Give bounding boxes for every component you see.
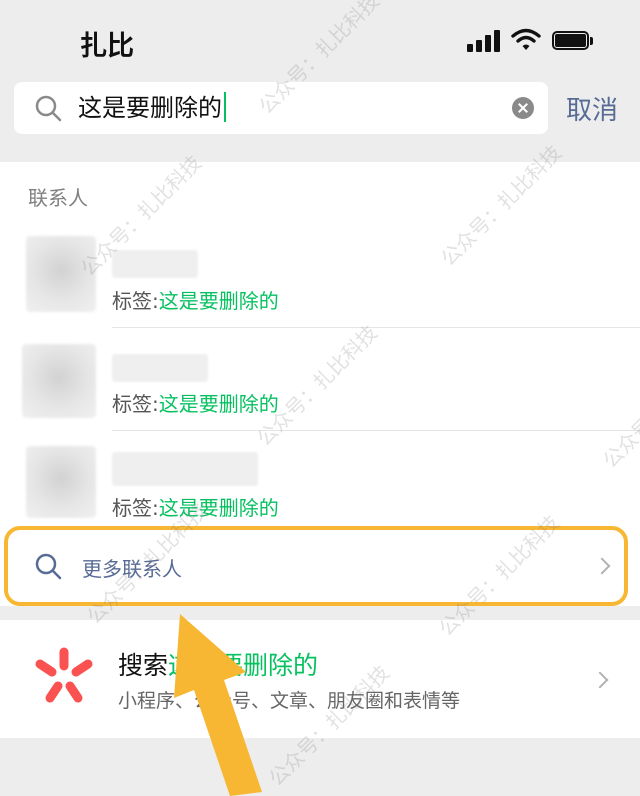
search-query[interactable]: 这是要删除的 xyxy=(78,91,226,125)
avatar xyxy=(26,236,96,312)
battery-icon xyxy=(552,31,593,52)
carrier-name: 扎比 xyxy=(80,31,134,62)
contact-name-redacted xyxy=(112,250,198,278)
search-all-title: 搜索这是要删除的 xyxy=(118,651,319,680)
contact-name-redacted xyxy=(112,354,208,382)
contact-name-redacted xyxy=(112,452,258,486)
contact-tag: 标签:这是要删除的 xyxy=(112,392,279,416)
contact-row[interactable]: 标签:这是要删除的 xyxy=(0,230,640,330)
avatar xyxy=(22,344,96,418)
search-input[interactable]: 这是要删除的 xyxy=(14,82,548,134)
cancel-button[interactable]: 取消 xyxy=(566,90,618,127)
contact-row[interactable]: 标签:这是要删除的 xyxy=(0,330,640,430)
highlight-annotation xyxy=(4,526,628,606)
search-all-row[interactable]: 搜索这是要删除的 小程序、公众号、文章、朋友圈和表情等 xyxy=(0,620,640,738)
search-all-logo-icon xyxy=(35,647,93,703)
divider xyxy=(112,430,640,431)
clear-icon[interactable] xyxy=(512,97,534,119)
divider xyxy=(112,327,640,328)
section-title-contacts: 联系人 xyxy=(28,186,88,210)
text-caret xyxy=(224,92,226,122)
search-all-subtitle: 小程序、公众号、文章、朋友圈和表情等 xyxy=(118,690,461,712)
wifi-icon xyxy=(511,28,541,50)
contact-row[interactable]: 标签:这是要删除的 xyxy=(0,434,640,534)
chevron-right-icon xyxy=(591,671,609,689)
signal-icon xyxy=(467,30,503,52)
contact-tag: 标签:这是要删除的 xyxy=(112,496,279,520)
search-icon xyxy=(35,95,62,122)
avatar xyxy=(26,446,96,518)
status-bar: 扎比 xyxy=(0,0,640,78)
contact-tag: 标签:这是要删除的 xyxy=(112,289,279,313)
